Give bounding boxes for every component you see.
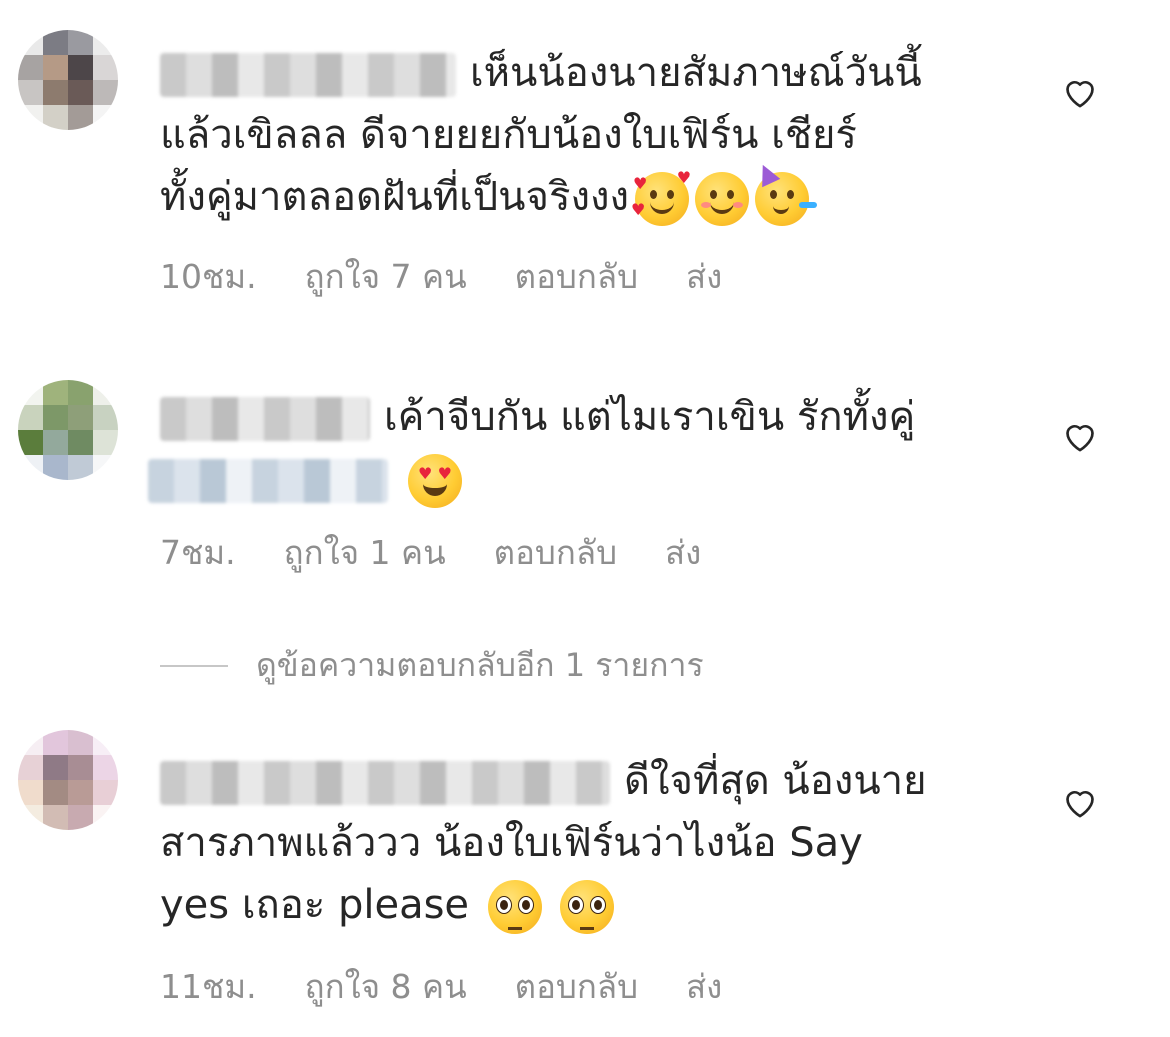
view-more-replies-label: ดูข้อความตอบกลับอีก 1 รายการ — [256, 646, 704, 684]
partying-face-emoji — [753, 160, 818, 226]
username-blurred — [148, 459, 388, 503]
comment-text: เห็นน้องนายสัมภาษณ์วันนี้ แล้วเขิลลล ดีจ… — [160, 42, 1020, 228]
like-heart-icon[interactable] — [1060, 416, 1100, 456]
comment-line: ดีใจที่สุด น้องนาย — [624, 758, 927, 804]
like-heart-icon[interactable] — [1060, 72, 1100, 112]
pleading-face-emoji — [560, 880, 615, 934]
comment-text: ดีใจที่สุด น้องนาย สารภาพแล้ววว น้องใบเฟ… — [160, 750, 1020, 936]
comment-meta: 11ชม. ถูกใจ 8 คน ตอบกลับ ส่ง — [160, 960, 722, 1013]
likes-count-button[interactable]: ถูกใจ 7 คน — [305, 250, 467, 303]
comment-line: yes เถอะ please — [160, 882, 470, 928]
smiling-face-with-hearts-emoji: ♥ ♥ ♥ — [631, 170, 691, 226]
username-blurred[interactable] — [160, 53, 456, 97]
avatar[interactable] — [18, 380, 118, 480]
avatar[interactable] — [18, 30, 118, 130]
comment-meta: 10ชม. ถูกใจ 7 คน ตอบกลับ ส่ง — [160, 250, 722, 303]
likes-count-button[interactable]: ถูกใจ 1 คน — [284, 526, 446, 579]
heart-outline-icon — [1066, 80, 1094, 108]
comment-line: เค้าจีบกัน แต่ไมเราเขิน รักทั้งคู่ — [384, 394, 916, 440]
username-blurred[interactable] — [160, 761, 610, 805]
comments-list: เห็นน้องนายสัมภาษณ์วันนี้ แล้วเขิลลล ดีจ… — [0, 0, 1170, 1037]
reply-button[interactable]: ตอบกลับ — [515, 960, 638, 1013]
smiling-face-emoji — [695, 172, 750, 226]
likes-count-button[interactable]: ถูกใจ 8 คน — [305, 960, 467, 1013]
send-button[interactable]: ส่ง — [686, 250, 722, 303]
comment-time: 11ชม. — [160, 967, 257, 1006]
view-more-replies-button[interactable]: ดูข้อความตอบกลับอีก 1 รายการ — [160, 640, 704, 691]
reply-button[interactable]: ตอบกลับ — [494, 526, 617, 579]
reply-button[interactable]: ตอบกลับ — [515, 250, 638, 303]
comment-line: ทั้งคู่มาตลอดฝันที่เป็นจริงงง — [160, 174, 630, 220]
comment-time: 10ชม. — [160, 257, 257, 296]
heart-outline-icon — [1066, 424, 1094, 452]
comment-meta: 7ชม. ถูกใจ 1 คน ตอบกลับ ส่ง — [160, 526, 701, 579]
comment-line: สารภาพแล้ววว น้องใบเฟิร์นว่าไงน้อ Say — [160, 820, 863, 866]
pleading-face-emoji — [487, 880, 542, 934]
send-button[interactable]: ส่ง — [686, 960, 722, 1013]
comment-line: แล้วเขิลลล ดีจายยยกับน้องใบเฟิร์น เชียร์ — [160, 112, 857, 158]
heart-outline-icon — [1066, 790, 1094, 818]
comment-line: เห็นน้องนายสัมภาษณ์วันนี้ — [470, 50, 922, 96]
heart-eyes-emoji: ♥ ♥ — [408, 454, 462, 508]
like-heart-icon[interactable] — [1060, 782, 1100, 822]
comment-time: 7ชม. — [160, 533, 236, 572]
avatar[interactable] — [18, 730, 118, 830]
send-button[interactable]: ส่ง — [665, 526, 701, 579]
username-blurred[interactable] — [160, 397, 370, 441]
comment-text: เค้าจีบกัน แต่ไมเราเขิน รักทั้งคู่ ♥ ♥ — [148, 386, 1020, 510]
divider-line — [160, 664, 228, 667]
